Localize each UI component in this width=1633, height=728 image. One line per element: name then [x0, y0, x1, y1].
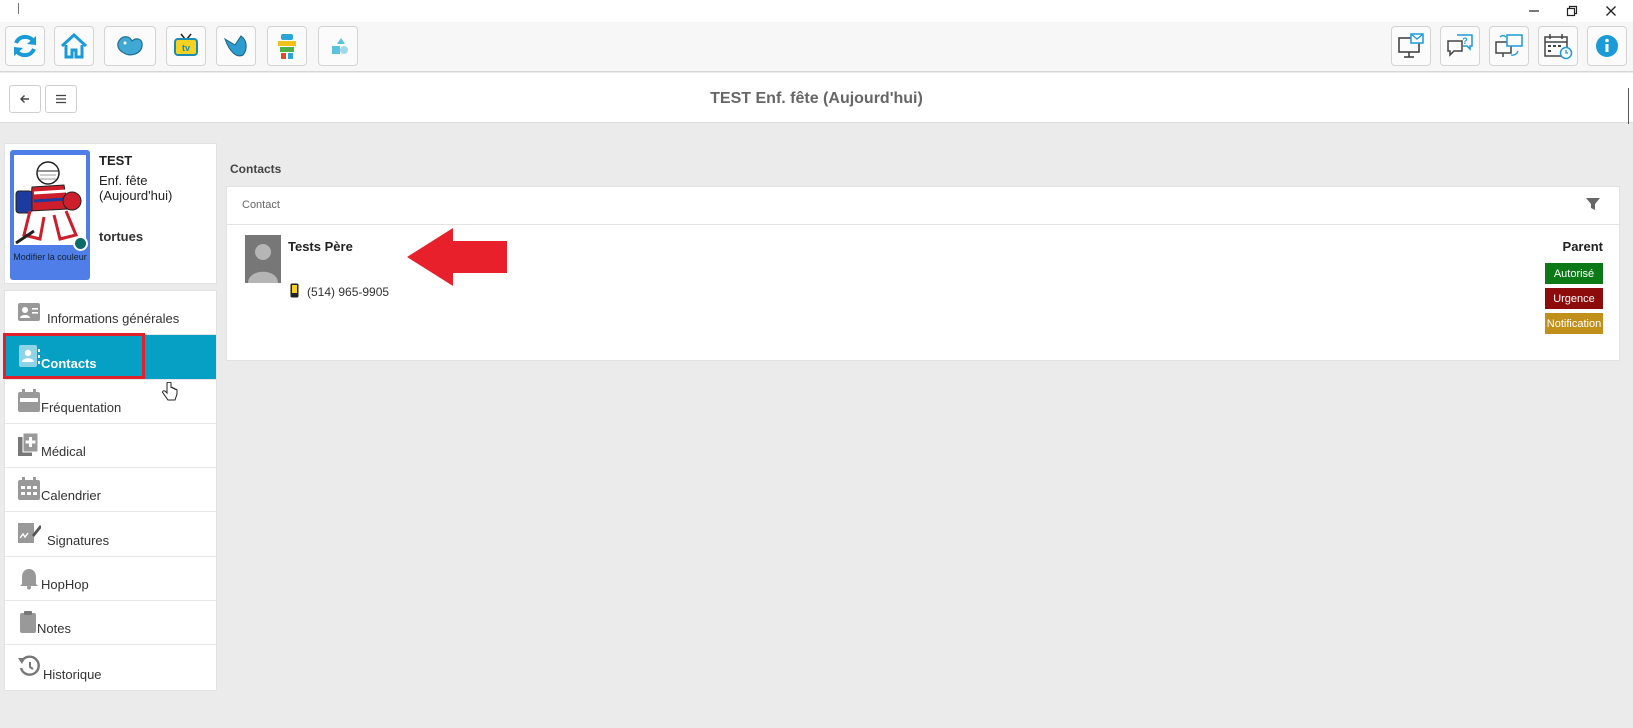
menu-item-label: Contacts	[41, 355, 97, 371]
red-arrow-annotation	[407, 228, 507, 286]
menu-item-label: Signatures	[47, 532, 110, 548]
column-header-contact: Contact	[242, 199, 280, 211]
clipboard-icon	[20, 611, 36, 634]
menu-item-label: Calendrier	[41, 488, 101, 504]
profile-group: tortues	[99, 229, 144, 244]
signature-icon	[18, 523, 41, 544]
menu-item-calendrier[interactable]: Calendrier	[5, 468, 216, 513]
status-badge-urgence: Urgence	[1545, 288, 1603, 309]
calendar-clock-icon	[1544, 34, 1573, 60]
page-header: TEST Enf. fête (Aujourd'hui)	[0, 73, 1633, 123]
tv-button[interactable]: tv	[166, 26, 206, 66]
contacts-table-header: Contact	[227, 187, 1619, 225]
hockey-goalie-avatar-image	[14, 155, 86, 245]
child-profile-card: Modifier la couleur TEST Enf. fête (Aujo…	[4, 143, 217, 284]
page-title: TEST Enf. fête (Aujourd'hui)	[710, 90, 923, 107]
contact-name: Tests Père	[288, 239, 353, 254]
bell-icon	[20, 568, 38, 590]
medical-file-icon	[18, 432, 39, 456]
remote-screen-button[interactable]	[1489, 26, 1529, 66]
calendar-clock-button[interactable]	[1538, 26, 1578, 66]
contact-relation: Parent	[1562, 239, 1603, 254]
character-icon	[278, 34, 296, 59]
shapes-button[interactable]	[318, 26, 358, 66]
monitor-message-icon	[1398, 33, 1424, 58]
menu-item-contacts[interactable]: Contacts	[5, 335, 216, 380]
menu-item-informations[interactable]: Informations générales	[5, 291, 216, 336]
menu-item-hophop[interactable]: HopHop	[5, 557, 216, 602]
profile-name: TEST	[99, 153, 133, 168]
character-button[interactable]	[267, 26, 307, 66]
menu-item-label: Notes	[37, 621, 71, 637]
window-title-bar	[0, 0, 1633, 22]
bird-app-icon	[117, 36, 143, 56]
camera-icon[interactable]	[73, 236, 88, 251]
menu-item-medical[interactable]: Médical	[5, 424, 216, 469]
menu-item-notes[interactable]: Notes	[5, 601, 216, 646]
menu-item-historique[interactable]: Historique	[5, 645, 216, 689]
menu-item-label: Fréquentation	[41, 399, 122, 415]
monitor-message-button[interactable]	[1391, 26, 1431, 66]
help-chat-button[interactable]: ?	[1440, 26, 1480, 66]
menu-item-frequentation[interactable]: Fréquentation	[5, 380, 216, 424]
menu-item-label: Historique	[43, 666, 102, 682]
status-badge-autorise: Autorisé	[1545, 263, 1603, 284]
profile-subtitle: Enf. fête (Aujourd'hui)	[99, 173, 173, 203]
contact-photo-placeholder	[245, 235, 281, 283]
app-toolbar: tv ?	[0, 22, 1633, 72]
svg-text:?: ?	[1462, 36, 1468, 46]
mobile-phone-icon	[290, 283, 299, 298]
contact-phone: (514) 965-9905	[307, 285, 390, 299]
menu-item-label: Informations générales	[47, 311, 180, 327]
contacts-section-title: Contacts	[230, 162, 282, 176]
menu-item-label: Médical	[41, 444, 86, 460]
hand-cursor-icon	[162, 382, 178, 401]
paper-bird-button[interactable]	[216, 26, 256, 66]
text-caret	[18, 3, 19, 14]
side-menu: Informations générales Contacts Fréquent…	[4, 290, 217, 691]
info-icon	[1596, 35, 1618, 57]
filter-icon[interactable]	[1585, 196, 1601, 212]
avatar[interactable]: Modifier la couleur	[10, 150, 90, 280]
tv-icon: tv	[174, 33, 198, 56]
bird-app-button[interactable]	[104, 26, 156, 66]
contact-book-icon	[19, 345, 40, 368]
home-icon	[60, 32, 88, 59]
scrollbar[interactable]	[1628, 88, 1629, 124]
menu-item-label: HopHop	[41, 577, 89, 593]
menu-item-signatures[interactable]: Signatures	[5, 512, 216, 557]
refresh-button[interactable]	[5, 26, 45, 66]
id-card-icon	[18, 303, 40, 321]
paper-bird-icon	[224, 35, 247, 57]
status-badge-notification: Notification	[1545, 313, 1603, 334]
info-button[interactable]	[1587, 26, 1627, 66]
close-icon[interactable]	[1594, 0, 1628, 22]
calendar-grid-icon	[18, 477, 40, 501]
shapes-icon	[332, 38, 348, 54]
remote-screen-icon	[1495, 34, 1523, 57]
restore-icon[interactable]	[1555, 0, 1589, 22]
help-chat-icon: ?	[1447, 34, 1473, 57]
refresh-icon	[14, 34, 36, 58]
svg-text:tv: tv	[182, 43, 190, 53]
home-button[interactable]	[54, 26, 94, 66]
history-icon	[18, 655, 40, 677]
calendar-bar-icon	[18, 388, 40, 412]
minimize-icon[interactable]	[1517, 0, 1551, 22]
avatar-caption[interactable]: Modifier la couleur	[10, 252, 90, 262]
